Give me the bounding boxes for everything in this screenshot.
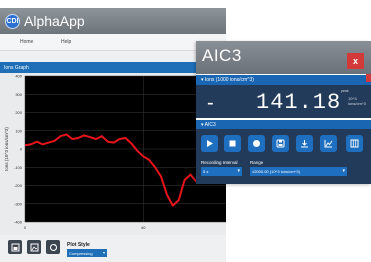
aic3-section-label: AIC3	[204, 122, 216, 128]
app-title: AlphaApp	[24, 13, 85, 29]
save-icon	[276, 139, 285, 148]
play-button[interactable]	[201, 135, 218, 152]
x-tick-labels: 0 40	[24, 225, 146, 230]
stop-icon	[229, 140, 236, 147]
chevron-down-icon: ▾	[102, 250, 105, 255]
window-edge-indicator	[366, 74, 371, 82]
recording-interval-select[interactable]: 5 s ▾	[201, 167, 242, 176]
ions-unit: 10^3 ions/cm^3	[348, 96, 366, 106]
aic3-titlebar: AIC3 x	[196, 41, 371, 74]
export-image-icon	[30, 243, 38, 251]
range-value: ±2000.00 (10^3 ions/cm^3)	[252, 169, 300, 174]
menu-home[interactable]: Home	[20, 39, 33, 45]
menu-help[interactable]: Help	[61, 39, 71, 45]
download-icon	[301, 140, 308, 148]
y-tick-label: -100	[14, 165, 23, 170]
ions-graph-plot[interactable]: 400 300 200 100 0 -100 -200 -300 -400 0 40 Ions (…	[0, 73, 226, 235]
recording-interval-value: 5 s	[203, 169, 209, 174]
save-image-button[interactable]	[8, 240, 22, 254]
y-tick-label: -300	[14, 201, 23, 206]
columns-button[interactable]	[346, 135, 363, 152]
recording-interval-label: Recording Interval	[201, 160, 238, 165]
y-tick-label: 400	[15, 74, 22, 79]
y-tick-label: 100	[15, 128, 22, 133]
ions-value: 141.18	[256, 90, 342, 115]
y-axis-label: Ions (10^3 ions/cm^3)	[4, 127, 9, 171]
y-tick-label: 200	[15, 110, 22, 115]
y-tick-label: -400	[14, 220, 23, 225]
stop-button[interactable]	[224, 135, 241, 152]
range-label: Range	[250, 160, 264, 165]
aic3-title: AIC3	[202, 46, 242, 65]
chart-icon	[324, 140, 333, 148]
save-button[interactable]	[272, 135, 289, 152]
reset-view-icon	[49, 243, 57, 251]
record-button[interactable]	[248, 135, 265, 152]
ions-header-label: Ions (1000 ions/cm^3)	[204, 77, 254, 83]
save-image-icon	[11, 243, 19, 251]
ions-peak-label: peak	[341, 89, 349, 93]
ions-graph[interactable]: 400 300 200 100 0 -100 -200 -300 -400 0 40 Ions (…	[0, 73, 226, 235]
aic3-section-header[interactable]: ▾ AIC3	[196, 120, 371, 129]
menu-bar: Home Help	[0, 34, 226, 51]
chevron-down-icon: ▾	[342, 168, 345, 174]
ions-sign: -	[207, 92, 214, 114]
close-icon: x	[352, 56, 358, 66]
plot-style-select[interactable]: Compressing ▾	[67, 249, 107, 257]
x-tick-label: 40	[141, 225, 146, 230]
range-select[interactable]: ±2000.00 (10^3 ions/cm^3) ▾	[250, 167, 347, 176]
reset-view-button[interactable]	[46, 240, 60, 254]
y-tick-label: 0	[20, 147, 23, 152]
y-tick-label: 300	[15, 92, 22, 97]
aic3-controls-panel: Recording Interval 5 s ▾ Range ±2000.00 …	[196, 129, 371, 184]
alphaapp-window: CDI AlphaApp Home Help Ions Graph 400 300…	[0, 8, 226, 262]
app-logo-icon: CDI	[5, 13, 20, 29]
export-image-button[interactable]	[27, 240, 41, 254]
x-tick-label: 0	[24, 225, 27, 230]
y-tick-labels: 400 300 200 100 0 -100 -200 -300 -400	[14, 74, 23, 225]
close-button[interactable]: x	[347, 53, 364, 69]
play-icon	[207, 140, 213, 147]
ions-section-header[interactable]: ▾ Ions (1000 ions/cm^3)	[196, 75, 371, 85]
columns-icon	[350, 139, 359, 148]
chevron-down-icon: ▾	[237, 168, 240, 174]
graph-title: Ions Graph	[0, 62, 226, 73]
aic3-window: AIC3 x ▾ Ions (1000 ions/cm^3) - 141.18 …	[196, 41, 371, 184]
download-button[interactable]	[296, 135, 313, 152]
y-tick-label: -200	[14, 183, 23, 188]
bottom-toolbar: Plot Style Compressing ▾	[0, 235, 226, 262]
plot-style-label: Plot Style	[67, 242, 90, 248]
app-titlebar: CDI AlphaApp	[0, 8, 226, 34]
chart-button[interactable]	[320, 135, 337, 152]
record-icon	[253, 140, 260, 147]
ions-readout: - 141.18 peak 10^3 ions/cm^3	[196, 85, 371, 118]
